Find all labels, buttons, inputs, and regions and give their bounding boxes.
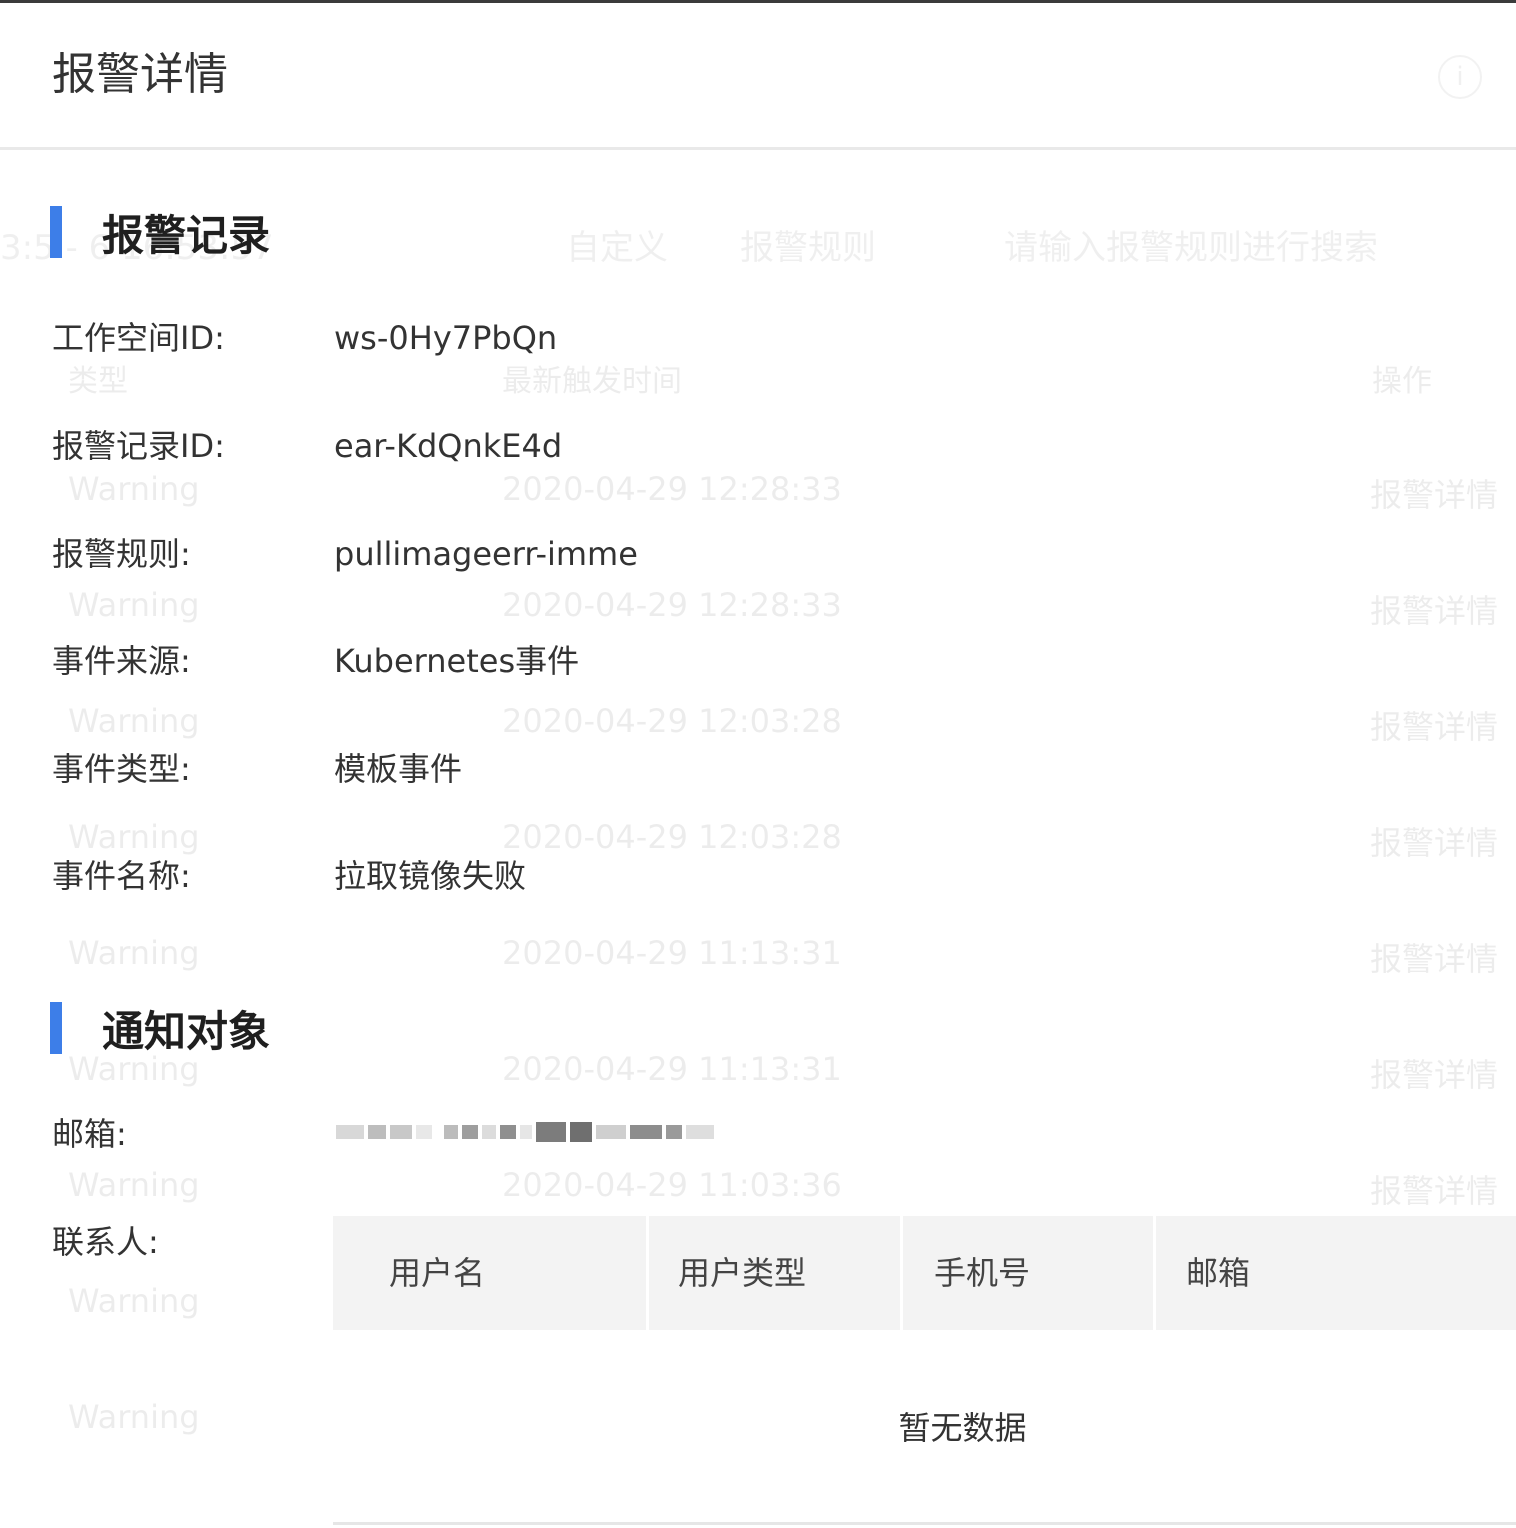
background-row-type: Warning — [68, 1282, 200, 1320]
background-row-time: 2020-04-29 11:13:31 — [502, 934, 842, 972]
background-row-time: 2020-04-29 12:03:28 — [502, 702, 842, 740]
background-row-time: 2020-04-29 12:28:33 — [502, 586, 842, 624]
background-rule-select: 报警规则 — [740, 228, 876, 268]
background-row-type: Warning — [68, 702, 200, 740]
field-label-alert-rule: 报警规则: — [52, 535, 191, 573]
field-value-record-id: ear-KdQnkE4d — [334, 427, 563, 465]
section-record: 报警记录 — [50, 206, 270, 260]
background-row-type: Warning — [68, 934, 200, 972]
background-row-time: 2020-04-29 12:28:33 — [502, 470, 842, 508]
info-icon[interactable]: i — [1438, 55, 1482, 99]
section-notify-title: 通知对象 — [102, 1006, 271, 1056]
field-value-alert-rule: pullimageerr-imme — [334, 535, 638, 573]
field-label-event-type: 事件类型: — [52, 750, 191, 788]
field-label-event-source: 事件来源: — [52, 642, 191, 680]
drawer-header: 报警详情 i — [0, 3, 1516, 150]
field-label-workspace-id: 工作空间ID: — [52, 319, 225, 357]
field-value-event-name: 拉取镜像失败 — [334, 857, 527, 895]
field-label-event-name: 事件名称: — [52, 857, 191, 895]
background-row-action: 报警详情 — [1370, 940, 1499, 978]
background-row-type: Warning — [68, 470, 200, 508]
drawer-title: 报警详情 — [52, 49, 228, 100]
field-label-contacts: 联系人: — [52, 1223, 159, 1261]
background-row-action: 报警详情 — [1370, 476, 1499, 514]
field-label-email: 邮箱: — [52, 1115, 127, 1153]
table-empty-state: 暂无数据 — [898, 1409, 1027, 1447]
background-row-action: 报警详情 — [1370, 824, 1499, 862]
section-record-title: 报警记录 — [102, 210, 271, 260]
column-header-username[interactable]: 用户名 — [333, 1216, 649, 1330]
column-header-email[interactable]: 邮箱 — [1156, 1216, 1516, 1330]
email-value-redacted — [336, 1118, 736, 1146]
background-row-type: Warning — [68, 1166, 200, 1204]
background-custom-label: 自定义 — [566, 228, 668, 268]
background-search-placeholder: 请输入报警规则进行搜索 — [1004, 228, 1378, 268]
background-row-action: 报警详情 — [1370, 708, 1499, 746]
contacts-table-header: 用户名 用户类型 手机号 邮箱 — [333, 1216, 1516, 1330]
background-column-header: 类型 — [68, 364, 128, 399]
background-row-time: 2020-04-29 11:03:36 — [502, 1166, 842, 1204]
contacts-table: 用户名 用户类型 手机号 邮箱 暂无数据 — [333, 1216, 1516, 1528]
column-header-user-type[interactable]: 用户类型 — [649, 1216, 903, 1330]
section-accent-bar — [50, 1002, 62, 1054]
section-accent-bar — [50, 206, 62, 258]
field-value-workspace-id: ws-0Hy7PbQn — [334, 319, 558, 357]
background-row-type: Warning — [68, 586, 200, 624]
background-column-header: 操作 — [1372, 364, 1432, 399]
field-value-event-type: 模板事件 — [334, 750, 463, 788]
background-row-action: 报警详情 — [1370, 1172, 1499, 1210]
column-header-phone[interactable]: 手机号 — [903, 1216, 1156, 1330]
background-row-time: 2020-04-29 12:03:28 — [502, 818, 842, 856]
background-row-action: 报警详情 — [1370, 1056, 1499, 1094]
field-value-event-source: Kubernetes事件 — [334, 642, 580, 680]
background-row-action: 报警详情 — [1370, 592, 1499, 630]
field-label-record-id: 报警记录ID: — [52, 427, 225, 465]
background-row-type: Warning — [68, 818, 200, 856]
table-bottom-border — [333, 1522, 1516, 1525]
section-notify: 通知对象 — [50, 1002, 270, 1056]
background-column-header: 最新触发时间 — [502, 364, 682, 399]
background-row-type: Warning — [68, 1398, 200, 1436]
background-row-time: 2020-04-29 11:13:31 — [502, 1050, 842, 1088]
